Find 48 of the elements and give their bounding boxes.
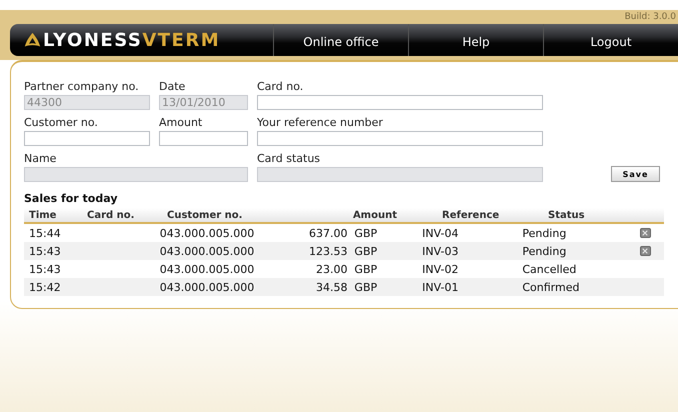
table-cell-text: Confirmed — [521, 280, 580, 294]
build-version: Build: 3.0.0 — [624, 11, 676, 24]
input-field[interactable] — [159, 131, 248, 146]
column-header: Status — [547, 210, 586, 220]
field-label: Customer no. — [24, 116, 99, 129]
field-label: Amount — [159, 116, 204, 129]
table-cell-text: 15:43 — [28, 262, 62, 276]
column-header: Amount — [352, 210, 397, 220]
save-button[interactable]: Save — [611, 166, 660, 182]
input-field[interactable] — [257, 131, 543, 146]
column-header: Customer no. — [166, 210, 244, 220]
field-label: Partner company no. — [24, 80, 140, 93]
table-cell-text: Pending — [521, 226, 568, 240]
nav-link[interactable]: Online office — [273, 24, 408, 56]
table-cell-text: 043.000.005.000 — [158, 226, 256, 240]
field-label: Card status — [257, 152, 322, 165]
field-label: Date — [159, 80, 186, 93]
input-field[interactable] — [24, 131, 150, 146]
column-header: Card no. — [86, 210, 136, 220]
table-cell-text: INV-04 — [421, 226, 460, 240]
table-cell-text: 34.58 GBP — [314, 280, 378, 294]
field-label: Name — [24, 152, 58, 165]
trefoil-icon — [24, 32, 41, 48]
cancel-icon[interactable] — [640, 228, 651, 238]
table-cell-text: INV-03 — [421, 244, 460, 258]
table-cell-text: 043.000.005.000 — [158, 244, 256, 258]
table-cell-text: 123.53 GBP — [308, 244, 378, 258]
column-header: Time — [28, 210, 58, 220]
table-cell-text: INV-01 — [421, 280, 460, 294]
table-cell-text: 637.00 GBP — [308, 226, 378, 240]
table-cell-text: 15:43 — [28, 244, 62, 258]
nav-link[interactable]: Help — [408, 24, 543, 56]
logo-text: LYONESSVTERM — [43, 30, 220, 50]
column-header: Reference — [441, 210, 500, 220]
table-cell-text: Cancelled — [521, 262, 578, 276]
table-cell-text: INV-02 — [421, 262, 460, 276]
table-cell-text: 043.000.005.000 — [158, 262, 256, 276]
table-cell-text: Pending — [521, 244, 568, 258]
nav-link[interactable]: Logout — [543, 24, 678, 56]
table-cell-text: 15:44 — [28, 226, 62, 240]
field-label: Your reference number — [257, 116, 384, 129]
table-cell-text: 23.00 GBP — [314, 262, 378, 276]
table-cell-text: 043.000.005.000 — [158, 280, 256, 294]
field-label: Card no. — [257, 80, 304, 93]
section-title: Sales for today — [24, 192, 118, 205]
input-field[interactable] — [257, 95, 543, 110]
table-cell-text: 15:42 — [28, 280, 62, 294]
cancel-icon[interactable] — [640, 246, 651, 256]
